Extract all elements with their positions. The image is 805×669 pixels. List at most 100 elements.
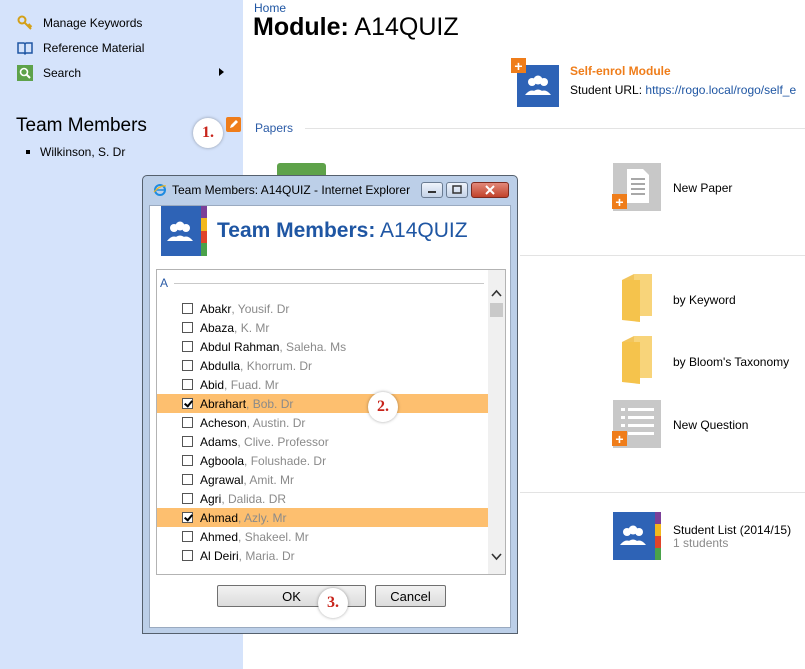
new-question-link[interactable]: New Question	[673, 418, 748, 432]
member-checkbox[interactable]	[182, 322, 193, 333]
callout-1: 1.	[193, 118, 223, 148]
member-given-name: , Clive. Professor	[237, 434, 329, 449]
by-blooms-link[interactable]: by Bloom's Taxonomy	[673, 355, 789, 369]
member-row[interactable]: Agrawal, Amit. Mr	[157, 470, 490, 489]
paper-icon-partial	[277, 163, 326, 175]
maximize-button[interactable]	[446, 182, 468, 198]
plus-icon: +	[612, 194, 627, 209]
member-row[interactable]: Agboola, Folushade. Dr	[157, 451, 490, 470]
scrollbar-thumb[interactable]	[490, 303, 503, 317]
member-row[interactable]: Abrahart, Bob. Dr	[157, 394, 490, 413]
member-checkbox[interactable]	[182, 531, 193, 542]
search-icon	[17, 65, 33, 81]
member-checkbox[interactable]	[182, 398, 193, 409]
member-checkbox[interactable]	[182, 379, 193, 390]
dialog-heading: Team Members: A14QUIZ	[217, 219, 468, 243]
team-members-heading: Team Members	[16, 115, 147, 136]
divider	[305, 128, 805, 129]
color-tab	[655, 512, 661, 524]
member-row[interactable]: Abid, Fuad. Mr	[157, 375, 490, 394]
member-surname: Abdulla	[200, 358, 241, 373]
bullet-icon	[26, 150, 30, 154]
maximize-icon	[452, 185, 462, 194]
member-surname: Abid	[200, 377, 225, 392]
member-row[interactable]: Ahmad, Azly. Mr	[157, 508, 490, 527]
pencil-icon	[230, 120, 238, 128]
member-list[interactable]: A Abakr, Yousif. Dr Abaza, K. Mr Abdul Rah…	[156, 269, 506, 575]
member-row[interactable]: Abaza, K. Mr	[157, 318, 490, 337]
member-checkbox[interactable]	[182, 303, 193, 314]
by-keyword-link[interactable]: by Keyword	[673, 293, 736, 307]
sidebar-item-reference-material[interactable]: Reference Material	[17, 38, 144, 58]
cancel-button[interactable]: Cancel	[375, 585, 446, 607]
self-enrol-link[interactable]: Self-enrol Module	[570, 64, 671, 78]
member-surname: Ahmad	[200, 510, 239, 525]
member-given-name: , Austin. Dr	[246, 415, 306, 430]
student-url: Student URL: https://rogo.local/rogo/sel…	[570, 83, 796, 97]
member-checkbox[interactable]	[182, 417, 193, 428]
member-surname: Abakr	[200, 301, 232, 316]
student-url-link[interactable]: https://rogo.local/rogo/self_e	[645, 83, 796, 97]
member-checkbox[interactable]	[182, 360, 193, 371]
book-icon	[17, 40, 33, 56]
member-given-name: , Maria. Dr	[238, 548, 295, 563]
dialog-window-title: Team Members: A14QUIZ - Internet Explore…	[172, 183, 411, 197]
member-checkbox[interactable]	[182, 550, 193, 561]
member-row[interactable]: Ahmed, Shakeel. Mr	[157, 527, 490, 546]
color-tab	[201, 243, 207, 256]
sidebar-item-label: Search	[43, 66, 82, 80]
scroll-up-icon[interactable]	[491, 288, 502, 299]
callout-2: 2.	[368, 392, 398, 422]
divider	[520, 255, 805, 256]
member-checkbox[interactable]	[182, 474, 193, 485]
member-row[interactable]: Adams, Clive. Professor	[157, 432, 490, 451]
color-tab	[201, 231, 207, 243]
member-checkbox[interactable]	[182, 455, 193, 466]
color-tab	[655, 548, 661, 560]
callout-3: 3.	[318, 588, 348, 618]
scrollbar[interactable]	[488, 270, 505, 574]
sidebar-item-search[interactable]: Search	[17, 63, 81, 83]
ie-icon	[153, 184, 167, 196]
member-surname: Abrahart	[200, 396, 247, 411]
color-tab	[655, 524, 661, 536]
member-checkbox[interactable]	[182, 436, 193, 447]
minimize-button[interactable]	[421, 182, 443, 198]
member-checkbox[interactable]	[182, 512, 193, 523]
student-list-icon[interactable]	[613, 512, 655, 560]
student-list-link[interactable]: Student List (2014/15)	[673, 523, 791, 537]
member-given-name: , Dalida. DR	[221, 491, 287, 506]
new-paper-link[interactable]: New Paper	[673, 181, 732, 195]
member-given-name: , Folushade. Dr	[244, 453, 327, 468]
member-row[interactable]: Agri, Dalida. DR	[157, 489, 490, 508]
member-checkbox[interactable]	[182, 493, 193, 504]
student-count: 1 students	[673, 536, 729, 550]
color-tab	[201, 206, 207, 218]
folder-icon[interactable]	[620, 334, 654, 384]
divider	[174, 283, 484, 284]
member-row[interactable]: Al Deiri, Maria. Dr	[157, 546, 490, 565]
minimize-icon	[428, 191, 436, 193]
member-row[interactable]: Acheson, Austin. Dr	[157, 413, 490, 432]
member-surname: Adams	[200, 434, 238, 449]
edit-team-button[interactable]	[226, 117, 241, 132]
student-url-label: Student URL:	[570, 83, 643, 97]
member-given-name: , Fuad. Mr	[224, 377, 279, 392]
sidebar-item-label: Reference Material	[43, 41, 145, 55]
member-given-name: , Shakeel. Mr	[238, 529, 309, 544]
member-given-name: , Khorrum. Dr	[240, 358, 313, 373]
sidebar-item-label: Manage Keywords	[43, 16, 143, 30]
member-checkbox[interactable]	[182, 341, 193, 352]
member-given-name: , Bob. Dr	[246, 396, 294, 411]
divider	[520, 492, 805, 493]
scroll-down-icon[interactable]	[491, 551, 502, 562]
chevron-right-icon	[219, 68, 224, 76]
people-icon	[161, 206, 201, 256]
member-row[interactable]: Abakr, Yousif. Dr	[157, 299, 490, 318]
member-row[interactable]: Abdul Rahman, Saleha. Ms	[157, 337, 490, 356]
member-given-name: , Azly. Mr	[238, 510, 287, 525]
sidebar-item-manage-keywords[interactable]: Manage Keywords	[17, 13, 142, 33]
member-row[interactable]: Abdulla, Khorrum. Dr	[157, 356, 490, 375]
close-button[interactable]	[471, 182, 509, 198]
folder-icon[interactable]	[620, 272, 654, 322]
